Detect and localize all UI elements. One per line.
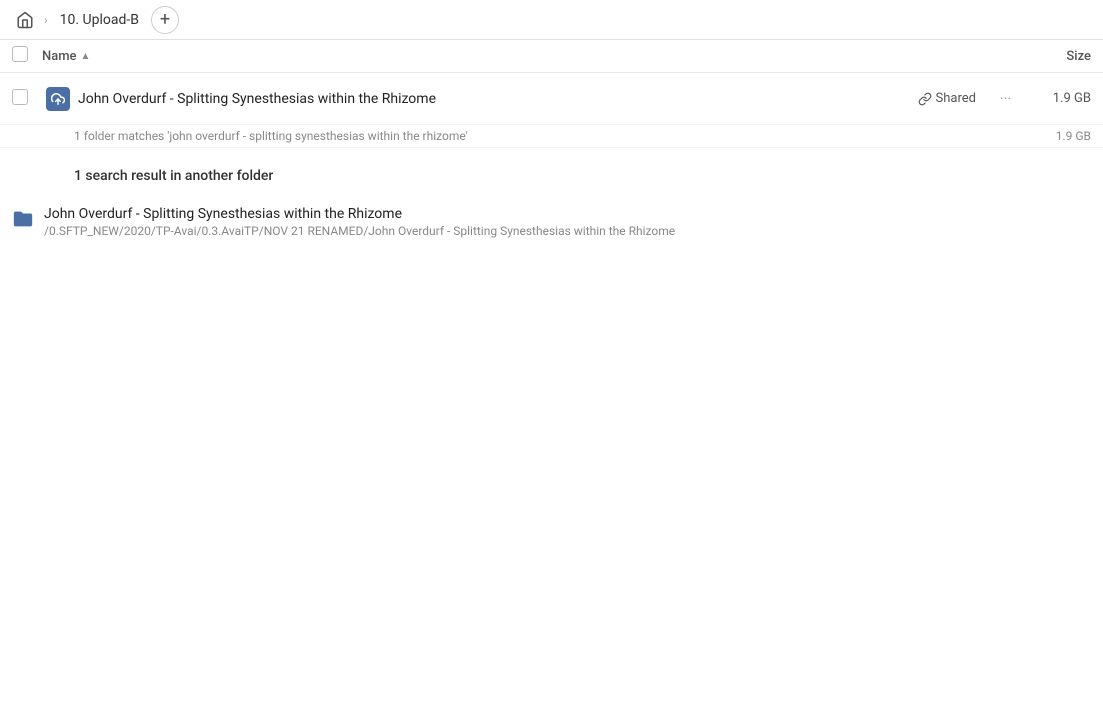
top-bar: › 10. Upload-B + [0, 0, 1103, 40]
folder-icon [12, 208, 34, 234]
home-button[interactable] [12, 7, 38, 33]
breadcrumb-separator: › [44, 13, 48, 27]
add-button[interactable]: + [151, 6, 179, 34]
header-checkbox[interactable] [12, 46, 42, 66]
file-icon [42, 87, 74, 111]
file-size: 1.9 GB [1031, 91, 1091, 106]
name-column-header[interactable]: Name ▲ [42, 49, 1011, 64]
size-column-header: Size [1011, 49, 1091, 64]
link-icon [918, 92, 932, 106]
section-heading: 1 search result in another folder [0, 148, 1103, 196]
folder-result-info: John Overdurf - Splitting Synesthesias w… [44, 206, 1091, 238]
shared-label: Shared [936, 91, 976, 106]
folder-result-path: /0.SFTP_NEW/2020/TP-Avai/0.3.AvaiTP/NOV … [44, 224, 1091, 238]
column-headers: Name ▲ Size [0, 40, 1103, 73]
match-info-row: 1 folder matches 'john overdurf - splitt… [0, 125, 1103, 148]
match-text: 1 folder matches 'john overdurf - splitt… [74, 129, 1056, 143]
folder-result-name: John Overdurf - Splitting Synesthesias w… [44, 206, 1091, 222]
upload-folder-icon [46, 87, 70, 111]
row-checkbox[interactable] [12, 89, 42, 109]
shared-indicator: Shared [918, 91, 976, 106]
more-actions-button[interactable]: ··· [996, 87, 1015, 111]
folder-result-row[interactable]: John Overdurf - Splitting Synesthesias w… [0, 196, 1103, 248]
file-name: John Overdurf - Splitting Synesthesias w… [74, 91, 918, 107]
primary-file-row[interactable]: John Overdurf - Splitting Synesthesias w… [0, 73, 1103, 125]
breadcrumb-folder[interactable]: 10. Upload-B [54, 10, 145, 30]
match-size: 1.9 GB [1056, 129, 1091, 143]
sort-arrow-icon: ▲ [81, 51, 91, 62]
